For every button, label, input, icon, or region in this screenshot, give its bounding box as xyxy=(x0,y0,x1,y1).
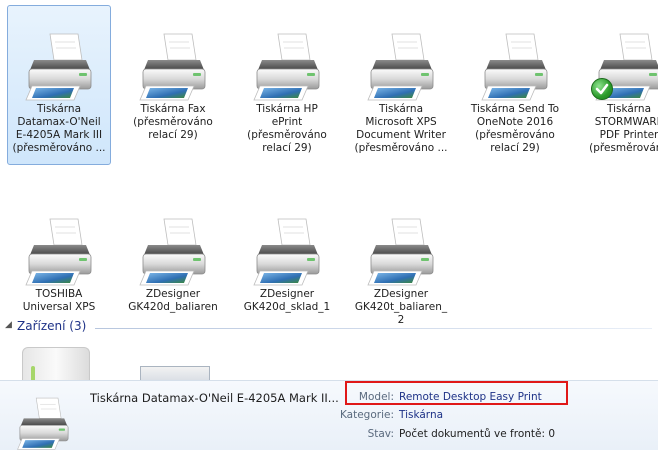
status-value: Počet dokumentů ve frontě: 0 xyxy=(399,428,556,440)
printer-label: ZDesigner GK420d_sklad_1 xyxy=(243,288,331,313)
printer-icon xyxy=(138,215,210,287)
printer-label: ZDesigner GK420d_baliaren xyxy=(128,288,218,313)
printer-label: Tiskárna Microsoft XPS Document Writer (… xyxy=(354,103,448,154)
printer-label: TOSHIBA Universal XPS xyxy=(22,288,96,313)
printer-tile[interactable]: Tiskárna Microsoft XPS Document Writer (… xyxy=(349,5,453,165)
printer-icon xyxy=(252,215,324,287)
category-value: Tiskárna xyxy=(399,409,444,421)
printer-label: Tiskárna HP ePrint (přesměrováno relací … xyxy=(247,103,327,154)
printer-label: Tiskárna STORMWARE PDF Printer (přesměro… xyxy=(589,103,658,154)
status-label: Stav: xyxy=(367,428,394,440)
printer-label: Tiskárna Send To OneNote 2016 (přesměrov… xyxy=(470,103,560,154)
printer-label: Tiskárna Datamax-O'Neil E-4205A Mark III… xyxy=(12,103,106,154)
printer-icon xyxy=(252,30,324,102)
printer-icon xyxy=(138,30,210,102)
printer-tile[interactable]: Tiskárna STORMWARE PDF Printer (přesměro… xyxy=(577,5,658,165)
printer-icon xyxy=(366,215,438,287)
default-printer-check-icon xyxy=(591,78,613,100)
printer-tile[interactable]: Tiskárna Send To OneNote 2016 (přesměrov… xyxy=(463,5,567,165)
printer-tile[interactable]: Tiskárna Fax (přesměrováno relací 29) xyxy=(121,5,225,165)
printer-icon xyxy=(24,30,96,102)
group-title[interactable]: Zařízení (3) xyxy=(17,319,86,333)
printer-icon xyxy=(480,30,552,102)
printer-label: Tiskárna Fax (přesměrováno relací 29) xyxy=(133,103,213,141)
group-header-devices[interactable]: ◢ Zařízení (3) xyxy=(0,318,658,336)
printer-icon xyxy=(12,395,76,451)
printer-tile[interactable]: Tiskárna Datamax-O'Neil E-4205A Mark III… xyxy=(7,5,111,165)
printer-icon xyxy=(366,30,438,102)
model-highlight-box xyxy=(345,381,568,405)
printer-tile[interactable]: Tiskárna HP ePrint (přesměrováno relací … xyxy=(235,5,339,165)
printer-icon xyxy=(24,215,96,287)
collapse-arrow-icon[interactable]: ◢ xyxy=(5,320,12,330)
group-divider xyxy=(95,328,652,329)
details-printer-name: Tiskárna Datamax-O'Neil E-4205A Mark II.… xyxy=(90,391,339,405)
category-label: Kategorie: xyxy=(339,409,394,421)
